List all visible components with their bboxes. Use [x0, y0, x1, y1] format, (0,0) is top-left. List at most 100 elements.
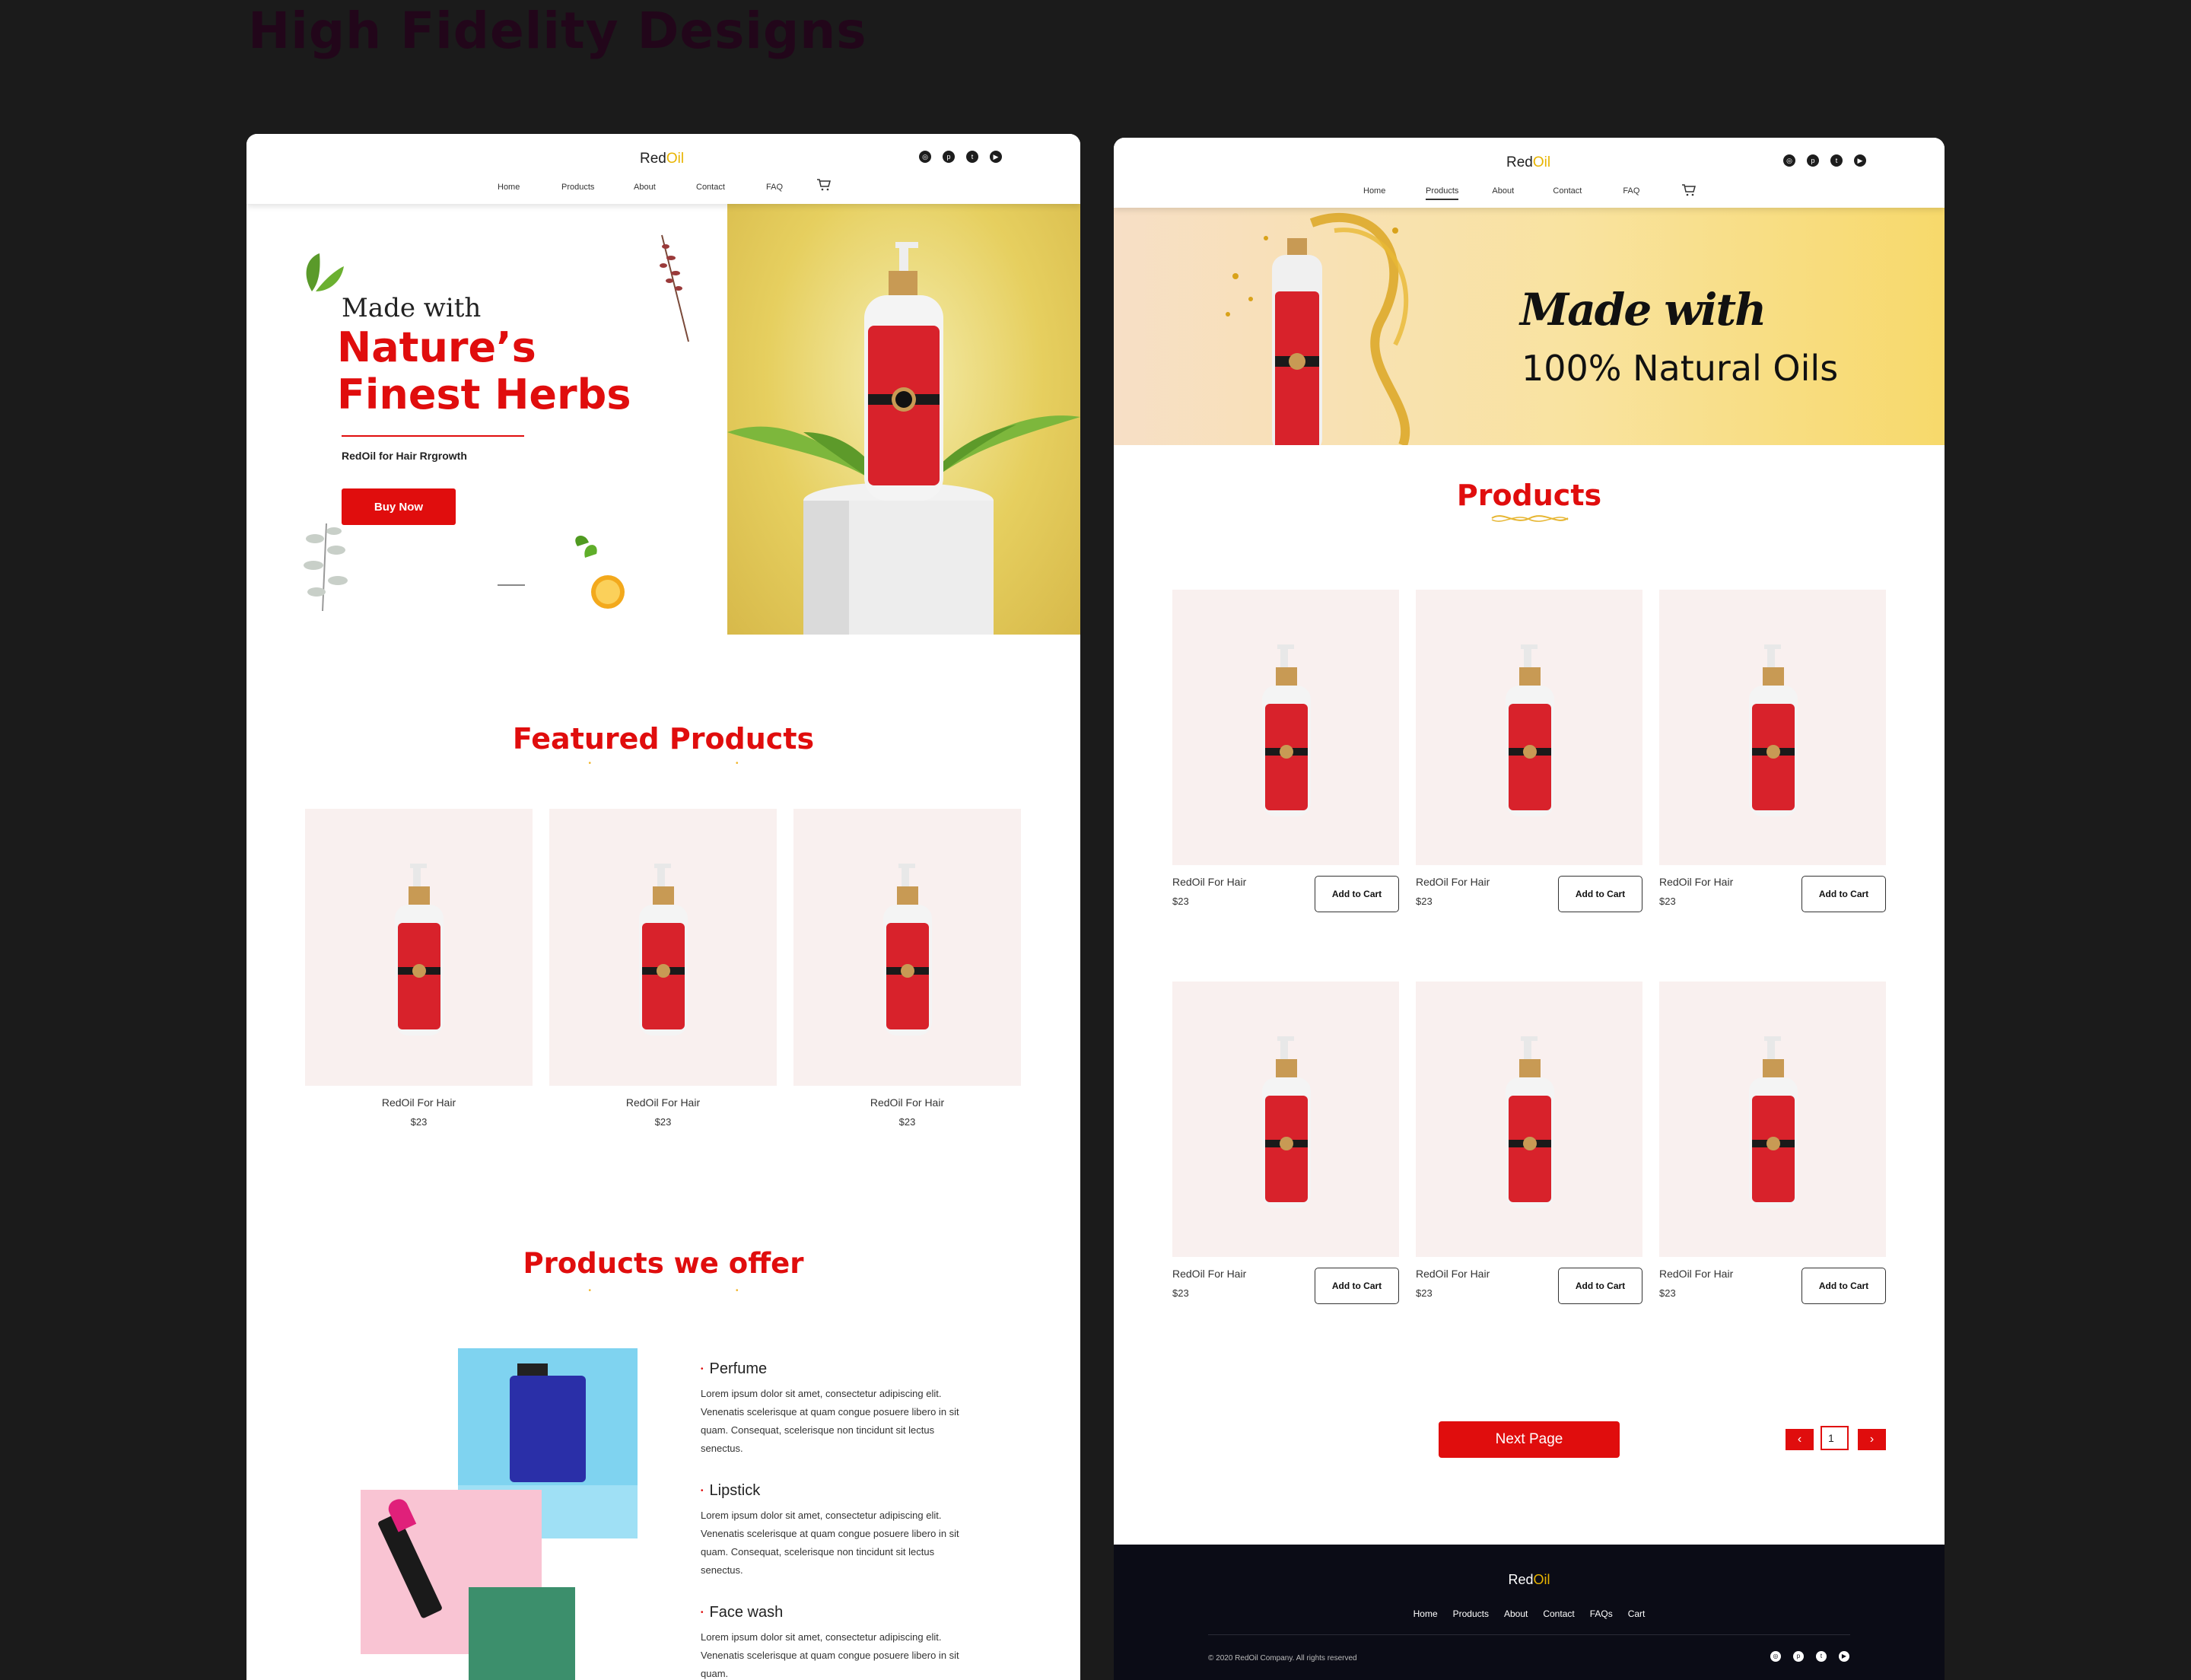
slider-indicator[interactable]	[498, 584, 525, 586]
youtube-icon[interactable]: ▶	[990, 151, 1002, 163]
pinterest-icon[interactable]: p	[943, 151, 955, 163]
offer-desc-lipstick: Lorem ipsum dolor sit amet, consectetur …	[701, 1510, 959, 1576]
pinterest-icon[interactable]: p	[1793, 1651, 1804, 1662]
product-name[interactable]: RedOil For Hair	[549, 1096, 777, 1109]
footer-link-cart[interactable]: Cart	[1628, 1608, 1646, 1619]
hero-section: Made with Nature’s Finest Herbs RedOil f…	[246, 204, 1080, 635]
products-we-offer-title: Products we offer	[523, 1247, 804, 1280]
footer: RedOil Home Products About Contact FAQs …	[1114, 1545, 1945, 1680]
product-name[interactable]: RedOil For Hair	[1172, 1268, 1246, 1280]
product-price: $23	[1172, 896, 1189, 907]
hero-divider	[342, 435, 524, 437]
logo[interactable]: RedOil	[640, 151, 684, 167]
youtube-icon[interactable]: ▶	[1854, 154, 1866, 167]
offer-title-lipstick: Lipstick	[701, 1482, 761, 1500]
banner-tagline: 100% Natural Oils	[1522, 348, 1839, 389]
social-links: ◎ p t ▶	[1783, 154, 1866, 167]
leaf-decoration	[306, 253, 344, 291]
face-wash-image	[469, 1587, 575, 1680]
prev-page-arrow-icon[interactable]: ‹	[1786, 1429, 1814, 1450]
buy-now-button[interactable]: Buy Now	[342, 488, 456, 525]
hero-product-image	[727, 204, 1080, 635]
nav-about[interactable]: About	[1492, 186, 1553, 200]
footer-link-products[interactable]: Products	[1453, 1608, 1489, 1619]
product-name[interactable]: RedOil For Hair	[1416, 1268, 1490, 1280]
footer-link-home[interactable]: Home	[1413, 1608, 1438, 1619]
product-bottles	[1262, 644, 1798, 1208]
product-price: $23	[1172, 1287, 1189, 1299]
product-price: $23	[654, 1116, 672, 1128]
product-name[interactable]: RedOil For Hair	[1659, 876, 1733, 888]
add-to-cart-button[interactable]: Add to Cart	[1558, 876, 1642, 912]
products-hero-banner: Made with 100% Natural Oils	[1114, 208, 1945, 445]
main-nav: Home Products About Contact FAQ	[1363, 186, 1668, 200]
footer-link-contact[interactable]: Contact	[1543, 1608, 1574, 1619]
hero-made-with: Made with	[342, 293, 482, 323]
offer-title-face-wash: Face wash	[701, 1604, 784, 1621]
product-price: $23	[410, 1116, 428, 1128]
instagram-icon[interactable]: ◎	[1783, 154, 1795, 167]
title-dots: ••	[588, 759, 883, 768]
product-price: $23	[1659, 896, 1676, 907]
instagram-icon[interactable]: ◎	[1770, 1651, 1781, 1662]
page-number-input[interactable]	[1821, 1426, 1849, 1450]
lemon-decoration	[575, 535, 625, 609]
pinterest-icon[interactable]: p	[1807, 154, 1819, 167]
offer-title-perfume: Perfume	[701, 1360, 768, 1378]
nav-faq[interactable]: FAQ	[766, 183, 812, 192]
footer-divider	[1208, 1634, 1850, 1635]
product-name[interactable]: RedOil For Hair	[1172, 876, 1246, 888]
next-page-arrow-icon[interactable]: ›	[1858, 1429, 1886, 1450]
title-dots: ••	[588, 1287, 883, 1295]
add-to-cart-button[interactable]: Add to Cart	[1801, 1268, 1886, 1304]
hero-headline: Nature’s Finest Herbs	[337, 323, 631, 418]
product-price: $23	[898, 1116, 916, 1128]
product-price: $23	[1659, 1287, 1676, 1299]
oil-splash-bottle-image	[1226, 213, 1410, 445]
add-to-cart-button[interactable]: Add to Cart	[1801, 876, 1886, 912]
nav-products[interactable]: Products	[561, 183, 634, 192]
product-name[interactable]: RedOil For Hair	[793, 1096, 1021, 1109]
home-page-mockup: RedOil ◎ p t ▶ Home Products About Conta…	[246, 134, 1080, 1680]
twitter-icon[interactable]: t	[966, 151, 978, 163]
youtube-icon[interactable]: ▶	[1839, 1651, 1849, 1662]
nav-home[interactable]: Home	[498, 183, 561, 192]
page-heading: High Fidelity Designs	[248, 2, 867, 60]
product-name[interactable]: RedOil For Hair	[305, 1096, 533, 1109]
cart-icon[interactable]	[1681, 184, 1697, 196]
product-bottle-image	[727, 242, 1080, 635]
instagram-icon[interactable]: ◎	[919, 151, 931, 163]
add-to-cart-button[interactable]: Add to Cart	[1558, 1268, 1642, 1304]
footer-social-links: ◎ p t ▶	[1770, 1651, 1849, 1662]
nav-home[interactable]: Home	[1363, 186, 1426, 200]
footer-link-about[interactable]: About	[1504, 1608, 1528, 1619]
logo[interactable]: RedOil	[1506, 154, 1550, 171]
product-name[interactable]: RedOil For Hair	[1659, 1268, 1733, 1280]
offer-desc-face-wash: Lorem ipsum dolor sit amet, consectetur …	[701, 1631, 959, 1679]
nav-faq[interactable]: FAQ	[1623, 186, 1668, 200]
sage-decoration	[304, 523, 348, 612]
social-links: ◎ p t ▶	[919, 151, 1002, 163]
products-page-mockup: RedOil ◎ p t ▶ Home Products About Conta…	[1114, 138, 1945, 1680]
footer-link-faqs[interactable]: FAQs	[1590, 1608, 1613, 1619]
nav-contact[interactable]: Contact	[696, 183, 766, 192]
product-name[interactable]: RedOil For Hair	[1416, 876, 1490, 888]
twitter-icon[interactable]: t	[1830, 154, 1843, 167]
next-page-button[interactable]: Next Page	[1439, 1421, 1620, 1458]
hero-subtitle: RedOil for Hair Rrgrowth	[342, 450, 467, 462]
nav-about[interactable]: About	[634, 183, 696, 192]
nav-products[interactable]: Products	[1426, 186, 1459, 200]
featured-products-title: Featured Products	[512, 722, 815, 756]
product-price: $23	[1416, 1287, 1433, 1299]
product-price: $23	[1416, 896, 1433, 907]
add-to-cart-button[interactable]: Add to Cart	[1315, 1268, 1399, 1304]
header: RedOil ◎ p t ▶ Home Products About Conta…	[246, 134, 1080, 204]
footer-logo[interactable]: RedOil	[1114, 1572, 1945, 1588]
featured-bottles	[395, 864, 932, 1036]
nav-contact[interactable]: Contact	[1553, 186, 1623, 200]
twitter-icon[interactable]: t	[1816, 1651, 1827, 1662]
main-nav: Home Products About Contact FAQ	[498, 183, 812, 192]
title-ornament	[1491, 515, 1569, 522]
add-to-cart-button[interactable]: Add to Cart	[1315, 876, 1399, 912]
cart-icon[interactable]	[816, 179, 832, 191]
